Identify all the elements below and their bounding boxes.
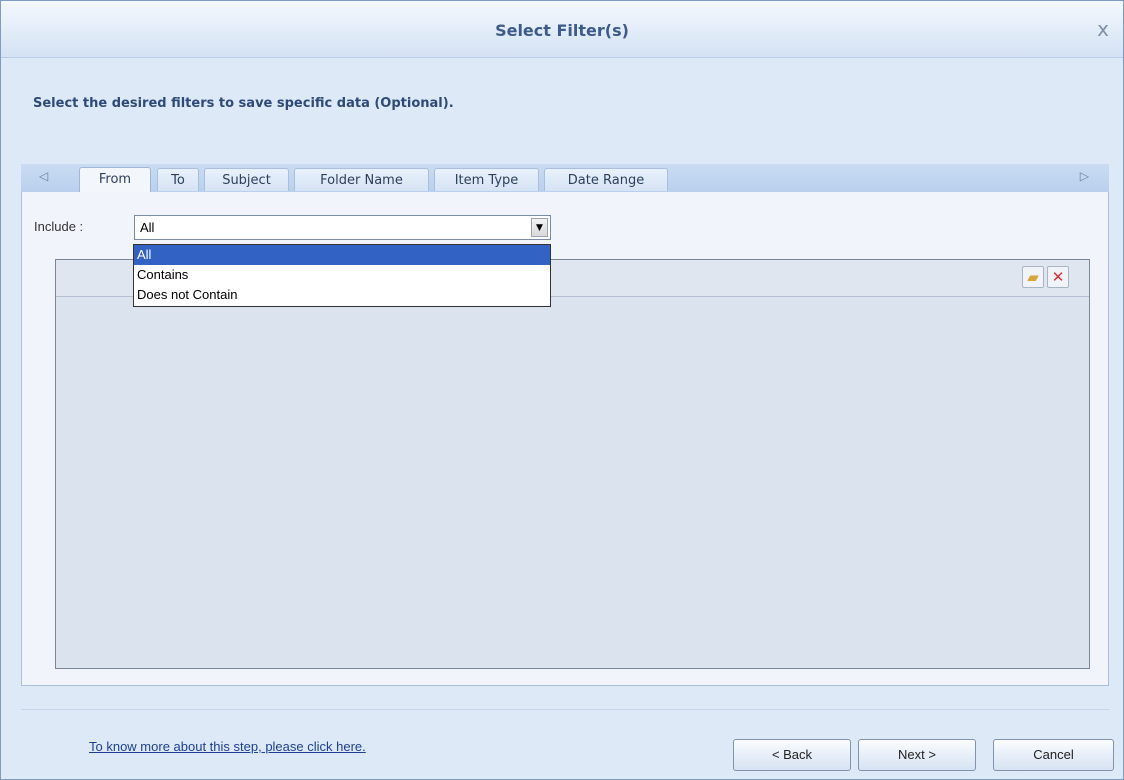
close-icon[interactable]: x	[1097, 17, 1109, 41]
dropdown-option-does-not-contain[interactable]: Does not Contain	[134, 285, 550, 305]
dropdown-option-contains[interactable]: Contains	[134, 265, 550, 285]
back-button[interactable]: < Back	[733, 739, 851, 771]
cancel-button[interactable]: Cancel	[993, 739, 1114, 771]
scroll-left-icon[interactable]: ◁	[39, 169, 48, 183]
title-bar: Select Filter(s) x	[1, 1, 1123, 58]
tab-to[interactable]: To	[157, 168, 199, 191]
folder-icon[interactable]: ▰	[1022, 266, 1044, 288]
tab-subject[interactable]: Subject	[204, 168, 289, 191]
help-link[interactable]: To know more about this step, please cli…	[89, 739, 366, 754]
include-selected-value: All	[140, 220, 155, 235]
dropdown-option-all[interactable]: All	[134, 245, 550, 265]
scroll-right-icon[interactable]: ▷	[1080, 169, 1089, 183]
next-button[interactable]: Next >	[858, 739, 976, 771]
chevron-down-icon[interactable]: ▼	[531, 218, 548, 237]
include-dropdown-list: All Contains Does not Contain	[133, 244, 551, 307]
footer-divider	[21, 709, 1109, 710]
instruction-text: Select the desired filters to save speci…	[33, 96, 454, 111]
tab-from[interactable]: From	[79, 167, 151, 193]
delete-icon[interactable]: ✕	[1047, 266, 1069, 288]
include-label: Include :	[34, 219, 84, 234]
window-title: Select Filter(s)	[495, 21, 629, 40]
tab-item-type[interactable]: Item Type	[434, 168, 539, 191]
include-select[interactable]: All ▼	[134, 215, 551, 240]
select-filters-dialog: Select Filter(s) x Select the desired fi…	[0, 0, 1124, 780]
filter-tabstrip: ◁ From To Subject Folder Name Item Type …	[21, 164, 1109, 193]
filter-grid: ▰ ✕	[55, 259, 1090, 669]
tab-folder-name[interactable]: Folder Name	[294, 168, 429, 191]
tab-date-range[interactable]: Date Range	[544, 168, 668, 191]
